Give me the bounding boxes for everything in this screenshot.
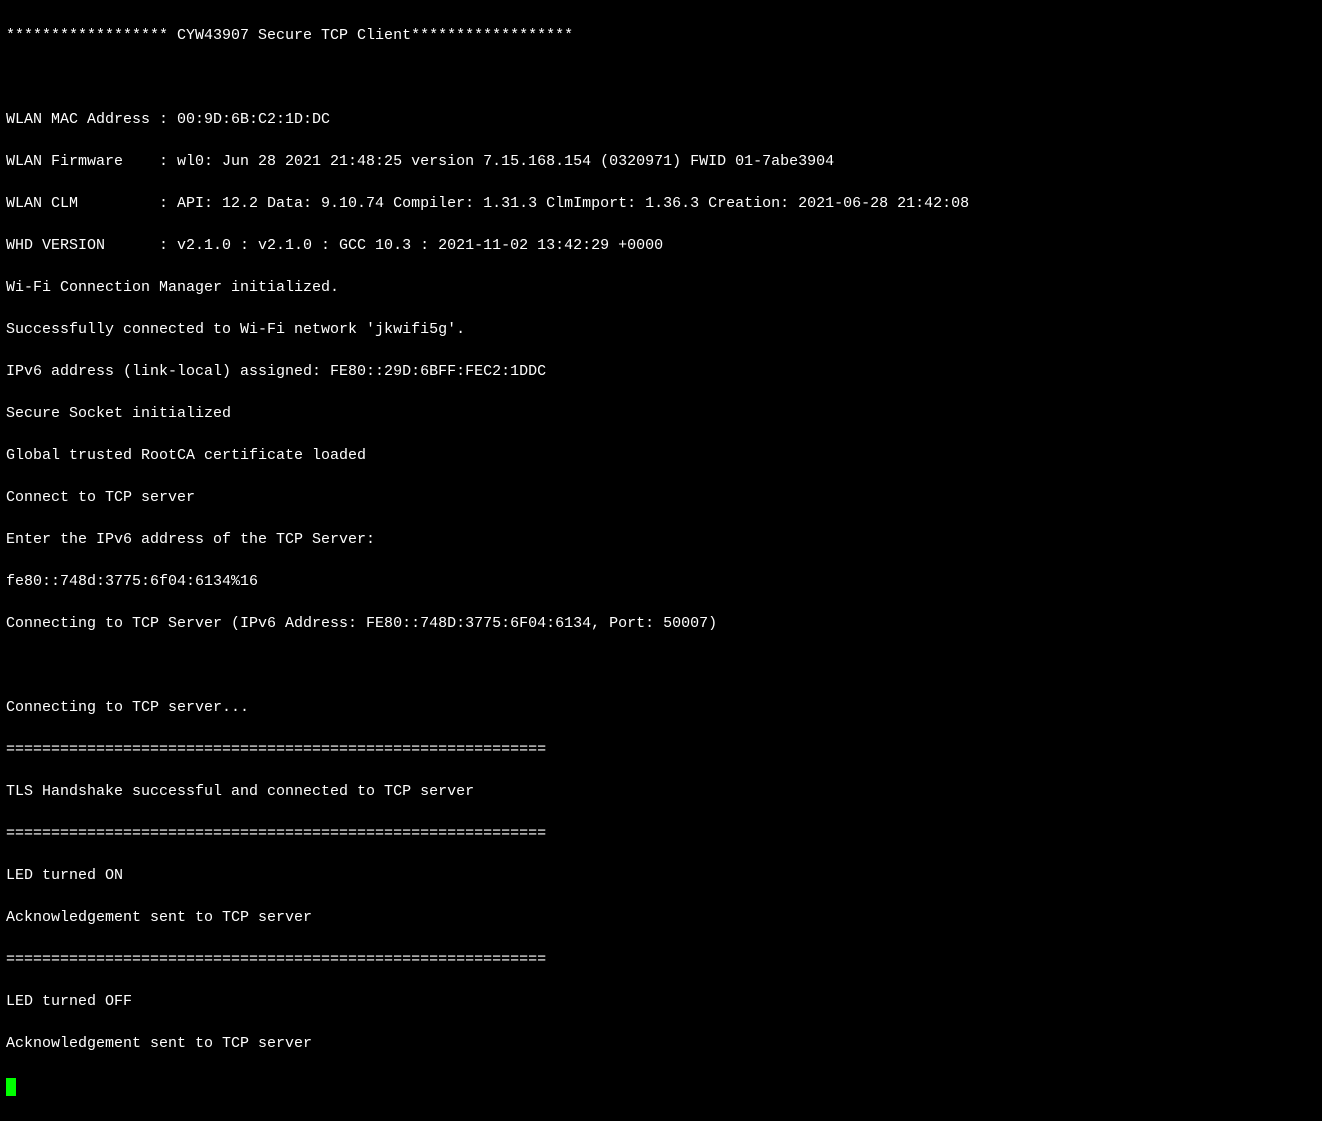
terminal-cursor[interactable] [6,1078,16,1096]
terminal-output: ****************** CYW43907 Secure TCP C… [0,0,1322,1121]
console-line: Connect to TCP server [6,487,1316,508]
console-line: Wi-Fi Connection Manager initialized. [6,277,1316,298]
console-line [6,655,1316,676]
console-line: Connecting to TCP Server (IPv6 Address: … [6,613,1316,634]
console-line: Successfully connected to Wi-Fi network … [6,319,1316,340]
console-line: Acknowledgement sent to TCP server [6,907,1316,928]
console-line [6,67,1316,88]
console-line: LED turned ON [6,865,1316,886]
console-line: Acknowledgement sent to TCP server [6,1033,1316,1054]
console-line: Secure Socket initialized [6,403,1316,424]
console-line: IPv6 address (link-local) assigned: FE80… [6,361,1316,382]
console-line: Enter the IPv6 address of the TCP Server… [6,529,1316,550]
cursor-line[interactable] [6,1075,1316,1096]
console-line: WHD VERSION : v2.1.0 : v2.1.0 : GCC 10.3… [6,235,1316,256]
console-line: TLS Handshake successful and connected t… [6,781,1316,802]
console-line: ========================================… [6,949,1316,970]
console-line: WLAN Firmware : wl0: Jun 28 2021 21:48:2… [6,151,1316,172]
console-line: ****************** CYW43907 Secure TCP C… [6,25,1316,46]
console-line: fe80::748d:3775:6f04:6134%16 [6,571,1316,592]
console-line: LED turned OFF [6,991,1316,1012]
console-line: ========================================… [6,823,1316,844]
console-line: Global trusted RootCA certificate loaded [6,445,1316,466]
console-line: ========================================… [6,739,1316,760]
console-line: Connecting to TCP server... [6,697,1316,718]
console-line: WLAN CLM : API: 12.2 Data: 9.10.74 Compi… [6,193,1316,214]
console-line: WLAN MAC Address : 00:9D:6B:C2:1D:DC [6,109,1316,130]
